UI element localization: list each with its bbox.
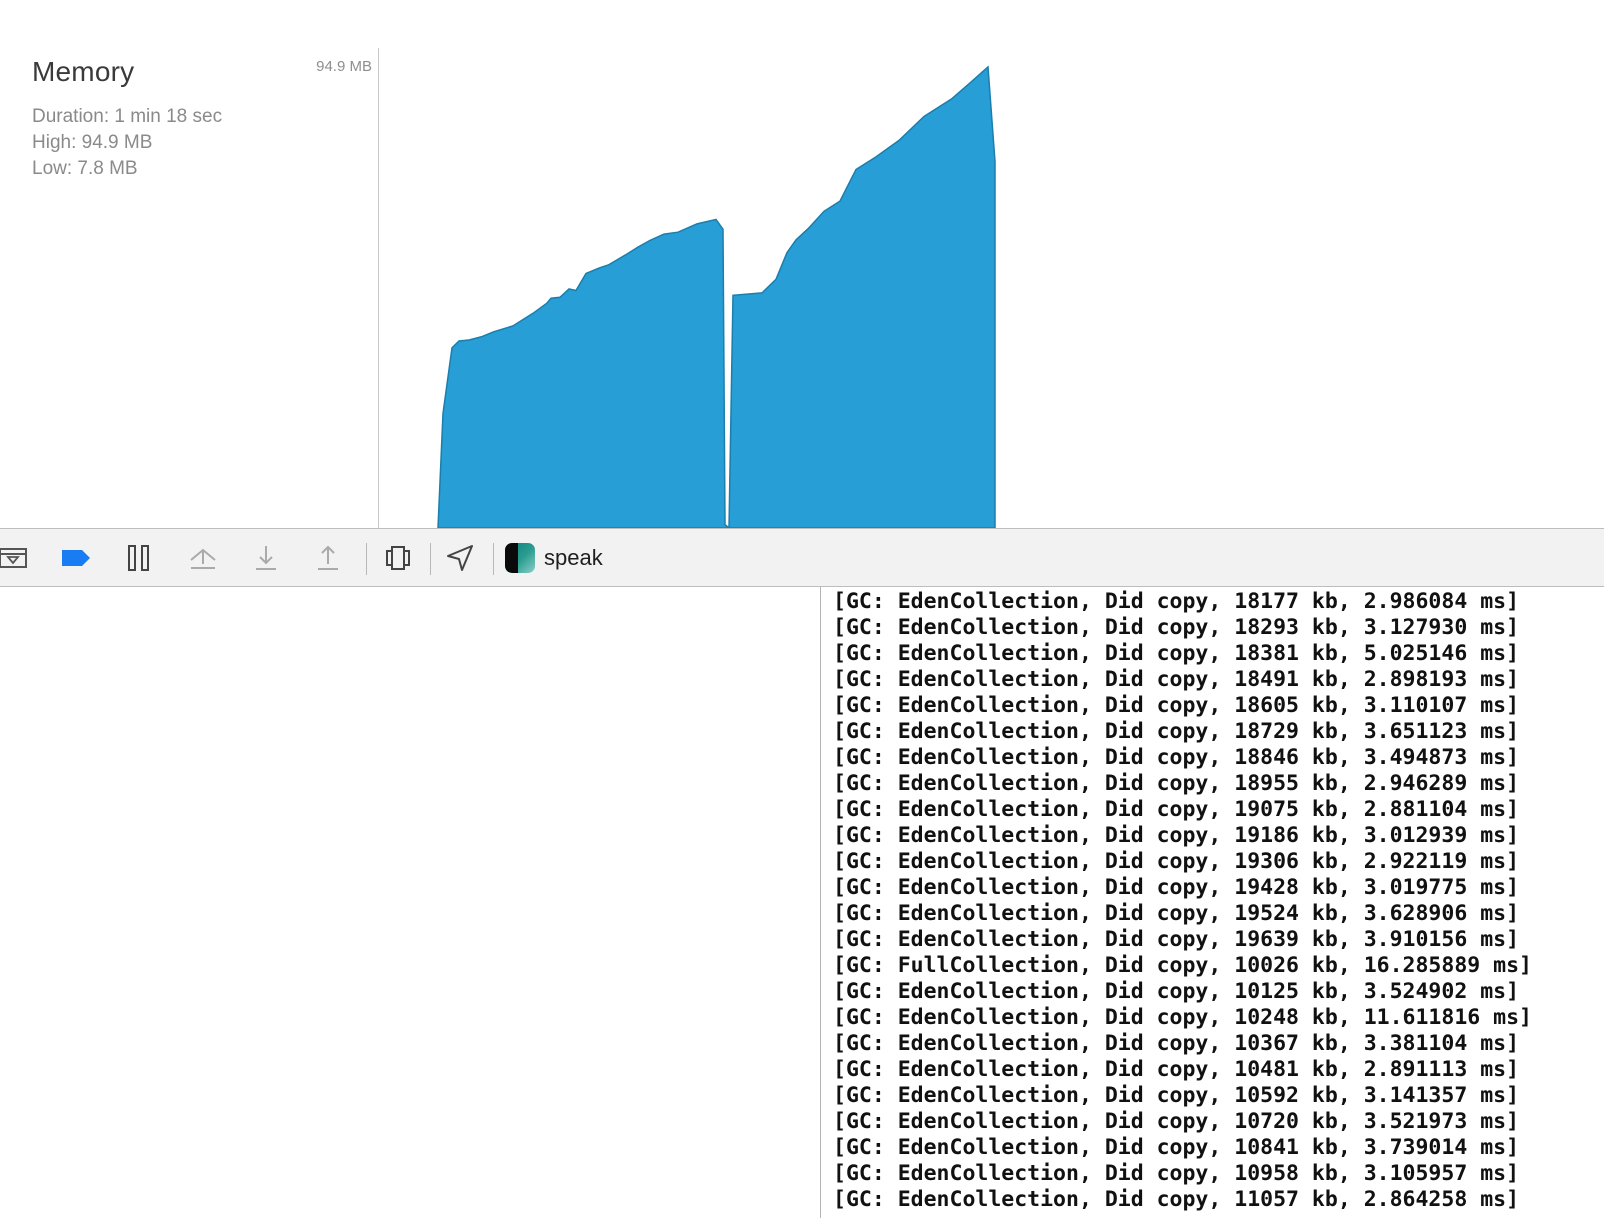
console-line: [GC: EdenCollection, Did copy, 18605 kb,… xyxy=(833,693,1520,718)
step-out-button[interactable] xyxy=(310,541,346,575)
hide-debug-area-button[interactable] xyxy=(0,541,32,575)
memory-title: Memory xyxy=(32,56,135,87)
app-scheme-label[interactable]: speak xyxy=(544,545,603,571)
app-icon[interactable] xyxy=(505,543,535,573)
view-hierarchy-icon xyxy=(386,546,410,570)
console-line: [GC: EdenCollection, Did copy, 10841 kb,… xyxy=(833,1135,1520,1160)
variables-view[interactable] xyxy=(0,587,820,1218)
console-lines: [GC: EdenCollection, Did copy, 18177 kb,… xyxy=(833,589,1532,1213)
console-line: [GC: FullCollection, Did copy, 10026 kb,… xyxy=(833,953,1532,978)
panel-toggle-icon xyxy=(0,548,27,568)
console-line: [GC: EdenCollection, Did copy, 18293 kb,… xyxy=(833,615,1520,640)
console-line: [GC: EdenCollection, Did copy, 10248 kb,… xyxy=(833,1005,1532,1030)
console-line: [GC: EdenCollection, Did copy, 19639 kb,… xyxy=(833,927,1520,952)
console-line: [GC: EdenCollection, Did copy, 10481 kb,… xyxy=(833,1057,1520,1082)
step-into-icon xyxy=(256,546,276,570)
console-line: [GC: EdenCollection, Did copy, 19186 kb,… xyxy=(833,823,1520,848)
console-line: [GC: EdenCollection, Did copy, 18491 kb,… xyxy=(833,667,1520,692)
console-line: [GC: EdenCollection, Did copy, 18955 kb,… xyxy=(833,771,1520,796)
console-line: [GC: EdenCollection, Did copy, 10125 kb,… xyxy=(833,979,1520,1004)
console-line: [GC: EdenCollection, Did copy, 19428 kb,… xyxy=(833,875,1520,900)
console-line: [GC: EdenCollection, Did copy, 18846 kb,… xyxy=(833,745,1520,770)
console-line: [GC: EdenCollection, Did copy, 18177 kb,… xyxy=(833,589,1520,614)
memory-usage-graph xyxy=(437,65,996,528)
low-stat: Low: 7.8 MB xyxy=(32,158,138,179)
graph-max-label: 94.9 MB xyxy=(316,58,372,75)
console-line: [GC: EdenCollection, Did copy, 19306 kb,… xyxy=(833,849,1520,874)
console-line: [GC: EdenCollection, Did copy, 10958 kb,… xyxy=(833,1161,1520,1186)
console-line: [GC: EdenCollection, Did copy, 10367 kb,… xyxy=(833,1031,1520,1056)
location-arrow-icon xyxy=(447,545,473,571)
console-line: [GC: EdenCollection, Did copy, 18381 kb,… xyxy=(833,641,1520,666)
pause-button[interactable] xyxy=(121,541,157,575)
step-over-icon xyxy=(190,548,216,569)
debug-view-hierarchy-button[interactable] xyxy=(380,541,416,575)
console-output[interactable]: [GC: EdenCollection, Did copy, 18177 kb,… xyxy=(821,587,1604,1218)
duration-stat: Duration: 1 min 18 sec xyxy=(32,106,223,127)
debug-toolbar: speak xyxy=(0,528,1604,587)
console-line: [GC: EdenCollection, Did copy, 10720 kb,… xyxy=(833,1109,1520,1134)
step-out-icon xyxy=(318,545,338,570)
breakpoint-icon xyxy=(62,550,90,566)
toolbar-separator xyxy=(493,543,494,575)
console-line: [GC: EdenCollection, Did copy, 19075 kb,… xyxy=(833,797,1520,822)
memory-usage-area xyxy=(437,65,996,528)
console-line: [GC: EdenCollection, Did copy, 11057 kb,… xyxy=(833,1187,1520,1212)
breakpoints-toggle-button[interactable] xyxy=(58,541,94,575)
console-line: [GC: EdenCollection, Did copy, 10592 kb,… xyxy=(833,1083,1520,1108)
toolbar-separator xyxy=(366,543,367,575)
step-over-button[interactable] xyxy=(185,541,221,575)
toolbar-separator xyxy=(430,543,431,575)
pause-icon xyxy=(128,545,149,571)
memory-report-panel: Memory Duration: 1 min 18 sec High: 94.9… xyxy=(0,0,1604,528)
simulate-location-button[interactable] xyxy=(442,541,478,575)
console-line: [GC: EdenCollection, Did copy, 19524 kb,… xyxy=(833,901,1520,926)
console-line: [GC: EdenCollection, Did copy, 18729 kb,… xyxy=(833,719,1520,744)
step-into-button[interactable] xyxy=(248,541,284,575)
high-stat: High: 94.9 MB xyxy=(32,132,153,153)
